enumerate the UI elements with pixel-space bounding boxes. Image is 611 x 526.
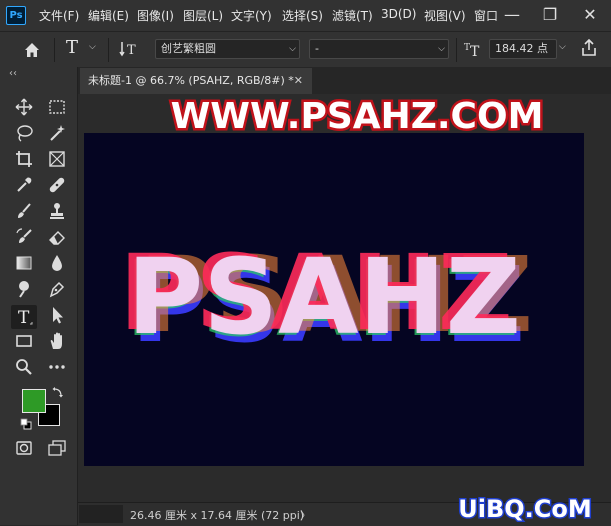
menu-layer[interactable]: 图层(L): [183, 7, 223, 24]
clone-stamp-tool-icon[interactable]: [46, 201, 68, 223]
menu-bar: Ps 文件(F) 编辑(E) 图像(I) 图层(L) 文字(Y) 选择(S) 滤…: [0, 0, 611, 31]
move-tool-icon[interactable]: [13, 97, 35, 119]
photoshop-logo: Ps: [6, 6, 26, 25]
document-tab-title: 未标题-1 @ 66.7% (PSAHZ, RGB/8#) *: [88, 74, 294, 87]
zoom-tool-icon[interactable]: [13, 357, 35, 379]
share-icon[interactable]: [578, 37, 600, 59]
menu-view[interactable]: 视图(V): [424, 7, 466, 24]
toggle-text-orientation-icon[interactable]: T: [119, 38, 139, 60]
watermark-bottom-text: UiBQ.CoM: [458, 495, 592, 523]
gradient-tool-icon[interactable]: [13, 253, 35, 275]
chevron-down-icon: ⌵: [438, 44, 445, 54]
type-tool-icon[interactable]: T: [11, 305, 37, 329]
font-size-value: 184.42 点: [495, 42, 548, 55]
healing-brush-tool-icon[interactable]: [46, 175, 68, 197]
quick-mask-icon[interactable]: [13, 438, 35, 460]
canvas-text-main: PSAHZ: [127, 236, 521, 358]
font-family-value: 创艺繁粗圆: [161, 42, 216, 55]
options-bar: T ⌵ T 创艺繁粗圆 ⌵ - ⌵ TT 184.42 点 ⌵: [0, 31, 611, 68]
brush-tool-icon[interactable]: [13, 201, 35, 223]
menu-edit[interactable]: 编辑(E): [88, 7, 129, 24]
canvas-artwork: PSAHZ PSAHZ PSAHZ PSAHZ PSAHZ: [119, 232, 533, 366]
close-window-button[interactable]: ✕: [570, 2, 610, 28]
marquee-tool-icon[interactable]: [46, 97, 68, 119]
hand-tool-icon[interactable]: [46, 331, 68, 353]
menu-file[interactable]: 文件(F): [39, 7, 79, 24]
document-tab[interactable]: 未标题-1 @ 66.7% (PSAHZ, RGB/8#) * ✕: [80, 68, 312, 94]
menu-filter[interactable]: 滤镜(T): [332, 7, 373, 24]
dodge-tool-icon[interactable]: [13, 279, 35, 301]
more-tools-icon[interactable]: [46, 357, 68, 379]
font-style-value: -: [315, 42, 319, 55]
font-style-select[interactable]: - ⌵: [309, 39, 449, 59]
swap-colors-icon[interactable]: [52, 386, 64, 398]
menu-type[interactable]: 文字(Y): [231, 7, 272, 24]
type-tool-preset-icon[interactable]: T: [66, 37, 78, 58]
document-size-info: 26.46 厘米 x 17.64 厘米 (72 ppi): [130, 509, 305, 522]
close-tab-icon[interactable]: ✕: [294, 68, 303, 94]
watermark-bottom: UiBQ.CoM: [457, 494, 594, 525]
path-selection-tool-icon[interactable]: [46, 305, 68, 327]
font-family-select[interactable]: 创艺繁粗圆 ⌵: [155, 39, 300, 59]
restore-button[interactable]: ❐: [530, 2, 570, 28]
document-canvas[interactable]: PSAHZ PSAHZ PSAHZ PSAHZ PSAHZ: [84, 133, 584, 466]
zoom-level-field[interactable]: [79, 505, 123, 523]
menu-select[interactable]: 选择(S): [282, 7, 323, 24]
frame-tool-icon[interactable]: [46, 149, 68, 171]
chevron-down-icon: ⌵: [289, 44, 296, 54]
chevron-down-icon[interactable]: ⌵: [89, 42, 96, 52]
default-colors-icon[interactable]: [20, 418, 32, 430]
status-menu-arrow[interactable]: 〉: [300, 507, 311, 523]
rectangle-tool-icon[interactable]: [13, 331, 35, 353]
magic-wand-tool-icon[interactable]: [46, 123, 68, 145]
foreground-color-swatch[interactable]: [22, 389, 46, 413]
menu-3d[interactable]: 3D(D): [381, 7, 416, 21]
minimize-button[interactable]: —: [492, 2, 532, 28]
eyedropper-tool-icon[interactable]: [13, 175, 35, 197]
screen-mode-icon[interactable]: [46, 438, 68, 460]
history-brush-tool-icon[interactable]: [13, 227, 35, 249]
home-icon[interactable]: [22, 40, 42, 60]
crop-tool-icon[interactable]: [13, 149, 35, 171]
chevron-down-icon[interactable]: ⌵: [559, 42, 566, 52]
blur-tool-icon[interactable]: [46, 253, 68, 275]
svg-text:T: T: [470, 44, 480, 60]
pen-tool-icon[interactable]: [46, 279, 68, 301]
menu-image[interactable]: 图像(I): [137, 7, 174, 24]
watermark-top: WWW.PSAHZ.COM: [168, 94, 546, 139]
collapse-panel-icon[interactable]: ‹‹: [9, 68, 17, 79]
svg-text:T: T: [127, 43, 136, 58]
font-size-icon: TT: [463, 38, 485, 60]
watermark-top-text: WWW.PSAHZ.COM: [171, 96, 544, 137]
lasso-tool-icon[interactable]: [13, 123, 35, 145]
font-size-input[interactable]: 184.42 点: [489, 39, 557, 59]
eraser-tool-icon[interactable]: [46, 227, 68, 249]
svg-text:T: T: [18, 308, 30, 327]
